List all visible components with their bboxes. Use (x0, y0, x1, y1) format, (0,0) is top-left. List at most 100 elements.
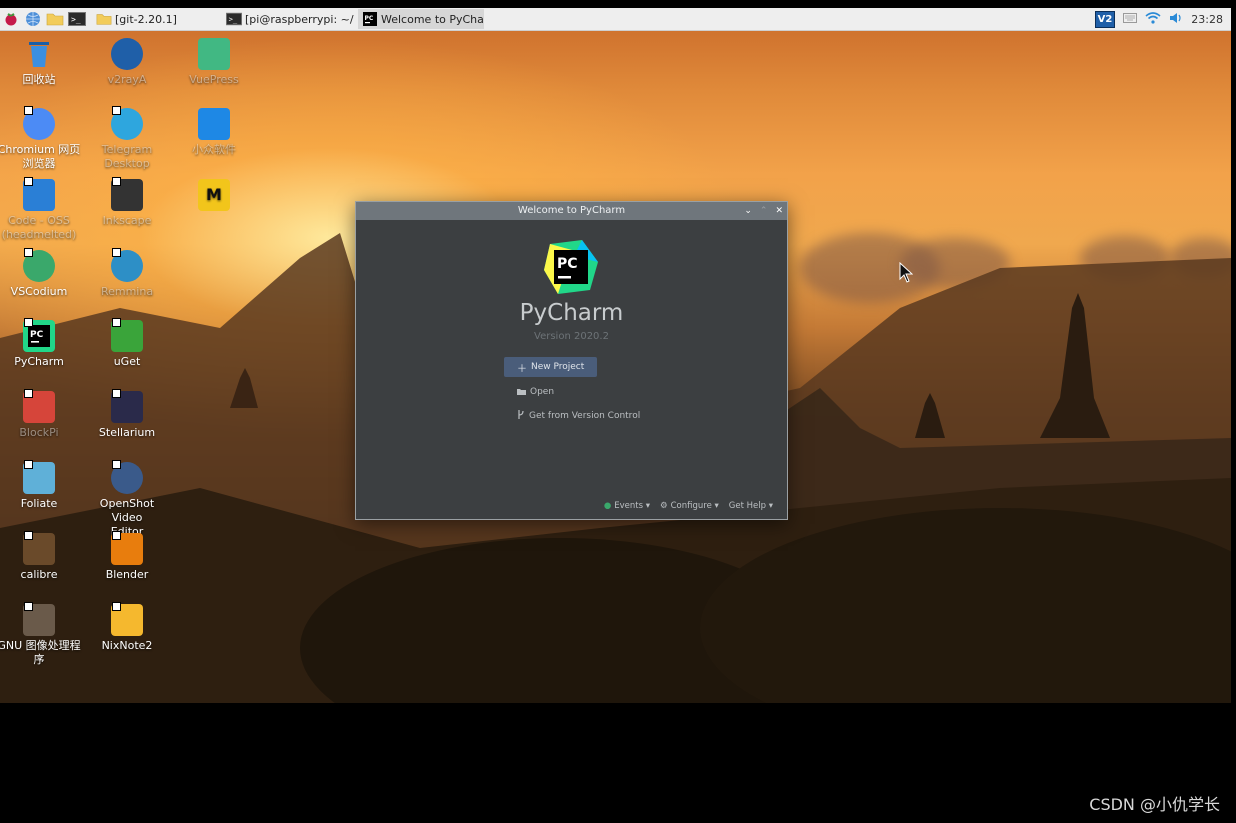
desktop: >_ [git-2.20.1] >_ [pi@raspberrypi: ~/gi… (0, 8, 1231, 703)
desktop-icon-trash[interactable]: 回收站 (0, 38, 82, 87)
task-terminal[interactable]: >_ [pi@raspberrypi: ~/git... (222, 9, 354, 29)
terminal-icon: >_ (226, 12, 242, 26)
desktop-icon-gimp[interactable]: GNU 图像处理程 序 (0, 602, 82, 667)
desktop-icon-label: Code - OSS (headmelted) (1, 214, 77, 241)
desktop-icon-label: VuePress (189, 73, 239, 86)
file-manager-icon[interactable] (46, 11, 64, 27)
desktop-icon-label: 小众软件 (192, 143, 236, 156)
desktop-icon-label: Inkscape (102, 214, 152, 227)
shortcut-badge-icon (112, 531, 121, 540)
desktop-icon-drop[interactable]: 小众软件 (171, 108, 257, 157)
desktop-icon-label: GNU 图像处理程 序 (0, 639, 81, 666)
wifi-icon[interactable] (1145, 11, 1161, 27)
globe-icon[interactable] (24, 11, 42, 27)
desktop-icon-label: Telegram Desktop (101, 143, 153, 170)
shortcut-badge-icon (112, 389, 121, 398)
desktop-icon-m-app[interactable]: M (171, 179, 257, 214)
open-button[interactable]: Open (504, 382, 567, 402)
shortcut-badge-icon (112, 460, 121, 469)
desktop-icon-vscodium[interactable]: VSCodium (0, 248, 82, 299)
folder-open-icon (517, 387, 526, 398)
terminal-launcher-icon[interactable]: >_ (68, 11, 86, 27)
shortcut-badge-icon (24, 460, 33, 469)
get-from-vcs-button[interactable]: Get from Version Control (504, 406, 653, 426)
desktop-icon-remmina[interactable]: Remmina (84, 248, 170, 299)
desktop-icon-pycharm[interactable]: PC PyCharm (0, 318, 82, 369)
desktop-icon-nixnote[interactable]: NixNote2 (84, 602, 170, 653)
dialog-title: Welcome to PyCharm (517, 205, 626, 216)
desktop-icon-openshot[interactable]: OpenShot Video Editor (84, 460, 170, 539)
desktop-icon-inkscape[interactable]: Inkscape (84, 177, 170, 228)
volume-icon[interactable] (1169, 12, 1183, 27)
desktop-icon-blender[interactable]: Blender (84, 531, 170, 582)
desktop-icon-uget[interactable]: uGet (84, 318, 170, 369)
svg-text:>_: >_ (229, 15, 238, 24)
v2raya-icon (111, 38, 143, 70)
v2raya-tray-icon[interactable]: V2 (1094, 10, 1116, 28)
desktop-icon-blockpi[interactable]: BlockPi (0, 389, 82, 440)
trash-icon (23, 38, 55, 70)
desktop-icon-stellarium[interactable]: Stellarium (84, 389, 170, 440)
desktop-icon-label: Blender (105, 568, 149, 581)
desktop-icon-vuepress[interactable]: VuePress (171, 38, 257, 87)
desktop-icon-label: VSCodium (10, 285, 68, 298)
task-label: [pi@raspberrypi: ~/git... (245, 12, 354, 26)
desktop-icon-label: Foliate (20, 497, 58, 510)
vcs-icon (517, 410, 525, 422)
task-file-manager[interactable]: [git-2.20.1] (92, 9, 218, 29)
action-label: New Project (531, 362, 585, 372)
pycharm-icon: PC (363, 12, 377, 26)
keyboard-icon[interactable] (1123, 12, 1138, 26)
shortcut-badge-icon (112, 106, 121, 115)
app-version: Version 2020.2 (534, 331, 609, 342)
desktop-icon-v2raya[interactable]: v2rayA (84, 38, 170, 87)
desktop-icon-label: uGet (113, 355, 141, 368)
desktop-icon-label: Remmina (100, 285, 154, 298)
shortcut-badge-icon (24, 318, 33, 327)
desktop-icon-label: v2rayA (107, 73, 147, 86)
desktop-icon-label: BlockPi (19, 426, 59, 439)
desktop-icon-telegram[interactable]: Telegram Desktop (84, 106, 170, 171)
shortcut-badge-icon (112, 177, 121, 186)
clock[interactable]: 23:28 (1191, 13, 1223, 26)
desktop-icon-code-oss[interactable]: Code - OSS (headmelted) (0, 177, 82, 242)
gear-icon: ⚙ (660, 501, 668, 511)
desktop-icon-label: 回收站 (22, 73, 56, 86)
mouse-cursor-icon (899, 262, 913, 283)
taskbar: >_ [git-2.20.1] >_ [pi@raspberrypi: ~/gi… (0, 8, 1231, 31)
chevron-down-icon[interactable]: ⌄ (744, 202, 752, 220)
action-label: Open (530, 387, 555, 397)
shortcut-badge-icon (112, 248, 121, 257)
app-name: PyCharm (519, 300, 624, 326)
dialog-footer: ● Events ▾ ⚙ Configure ▾ Get Help ▾ (604, 501, 773, 511)
maximize-icon[interactable]: ⌃ (760, 202, 768, 220)
close-icon[interactable]: ✕ (775, 202, 783, 220)
desktop-icon-label: PyCharm (14, 355, 64, 368)
watermark: CSDN @小仇学长 (1089, 795, 1220, 814)
desktop-icon-label: NixNote2 (101, 639, 153, 652)
system-tray: V2 23:28 (1094, 8, 1223, 30)
svg-text:PC: PC (557, 256, 578, 272)
task-pycharm[interactable]: PC Welcome to PyCharm (358, 9, 484, 29)
configure-menu[interactable]: ⚙ Configure ▾ (660, 501, 719, 511)
dialog-titlebar[interactable]: Welcome to PyCharm ⌄ ⌃ ✕ (356, 202, 787, 220)
desktop-icon-label: calibre (20, 568, 58, 581)
pycharm-logo-icon: PC (544, 240, 598, 294)
shortcut-badge-icon (24, 389, 33, 398)
desktop-icon-chromium[interactable]: Chromium 网页 浏览器 (0, 106, 82, 171)
shortcut-badge-icon (112, 602, 121, 611)
task-label: [git-2.20.1] (115, 12, 177, 26)
vuepress-icon (198, 38, 230, 70)
events-menu[interactable]: ● Events ▾ (604, 501, 650, 511)
events-icon: ● (603, 501, 612, 511)
desktop-icon-foliate[interactable]: Foliate (0, 460, 82, 511)
get-help-menu[interactable]: Get Help ▾ (729, 501, 773, 511)
raspberry-menu-icon[interactable] (2, 11, 20, 27)
svg-text:PC: PC (365, 15, 374, 22)
folder-icon (96, 14, 112, 25)
new-project-button[interactable]: ＋ New Project (504, 357, 598, 377)
task-label: Welcome to PyCharm (381, 12, 484, 26)
action-label: Get from Version Control (529, 411, 641, 421)
desktop-icon-calibre[interactable]: calibre (0, 531, 82, 582)
desktop-icon-label: Stellarium (98, 426, 156, 439)
